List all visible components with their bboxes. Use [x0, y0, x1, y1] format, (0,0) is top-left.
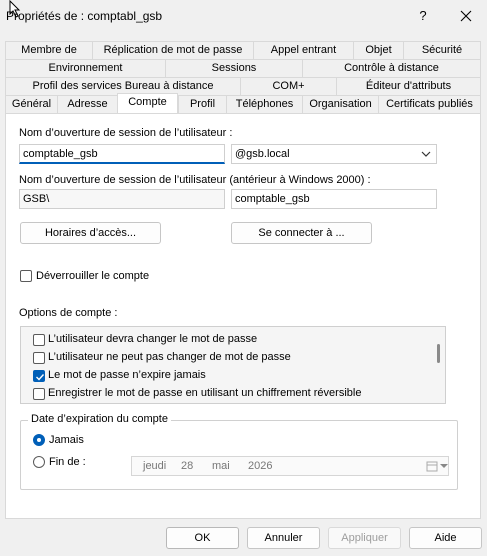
date-dropdown-arrow-icon: [440, 464, 448, 468]
close-icon: [460, 10, 472, 22]
option-label: L’utilisateur devra changer le mot de pa…: [48, 333, 258, 345]
option-label: Enregistrer le mot de passe en utilisant…: [48, 387, 362, 399]
date-month: mai: [212, 460, 230, 472]
tab-row-4: Général Adresse Compte Profil Téléphones…: [5, 93, 481, 113]
never-radio[interactable]: [33, 434, 45, 446]
tab-row-2: Environnement Sessions Contrôle à distan…: [5, 59, 481, 77]
tab-organization[interactable]: Organisation: [302, 95, 378, 113]
calendar-icon: [426, 461, 438, 472]
list-item[interactable]: L’utilisateur ne peut pas changer de mot…: [21, 349, 427, 367]
account-options-list[interactable]: L’utilisateur devra changer le mot de pa…: [20, 326, 446, 404]
account-options-label: Options de compte :: [19, 307, 118, 319]
legacy-logon-input[interactable]: comptable_gsb: [231, 189, 437, 209]
tab-account[interactable]: Compte: [117, 93, 178, 113]
window-title: Propriétés de : comptabl_gsb: [6, 9, 163, 23]
tab-password-replication[interactable]: Réplication de mot de passe: [92, 41, 253, 59]
tab-general[interactable]: Général: [5, 95, 57, 113]
ok-button[interactable]: OK: [166, 527, 239, 549]
tab-attribute-editor[interactable]: Éditeur d'attributs: [336, 77, 481, 95]
log-on-to-button[interactable]: Se connecter à ...: [231, 222, 372, 244]
checkmark-icon: [36, 374, 45, 381]
close-button[interactable]: [455, 5, 477, 27]
tab-profile[interactable]: Profil: [178, 95, 226, 113]
list-item[interactable]: Enregistrer le mot de passe en utilisant…: [21, 385, 427, 403]
option-checkbox[interactable]: [33, 388, 45, 400]
option-checkbox[interactable]: [33, 370, 45, 382]
unlock-account-label: Déverrouiller le compte: [36, 270, 150, 282]
tab-row-1: Membre de Réplication de mot de passe Ap…: [5, 41, 481, 59]
cancel-button[interactable]: Annuler: [247, 527, 320, 549]
tab-address[interactable]: Adresse: [57, 95, 117, 113]
tab-com-plus[interactable]: COM+: [240, 77, 336, 95]
help-title-button[interactable]: ?: [412, 5, 434, 27]
account-expiration-group: Date d’expiration du compte Jamais Fin d…: [20, 413, 458, 490]
option-label: L’utilisateur ne peut pas changer de mot…: [48, 351, 291, 363]
expiration-date-picker[interactable]: jeudi 28 mai 2026: [131, 456, 449, 476]
logon-name-label: Nom d’ouverture de session de l’utilisat…: [19, 127, 233, 139]
apply-button[interactable]: Appliquer: [328, 527, 401, 549]
tab-dial-in[interactable]: Appel entrant: [253, 41, 353, 59]
legacy-logon-label: Nom d’ouverture de session de l’utilisat…: [19, 174, 371, 186]
account-tab-panel: Nom d’ouverture de session de l’utilisat…: [5, 113, 481, 519]
upn-suffix-value: @gsb.local: [235, 148, 290, 160]
date-weekday: jeudi: [143, 460, 167, 472]
tab-security[interactable]: Sécurité: [403, 41, 481, 59]
tab-row-3: Profil des services Bureau à distance CO…: [5, 77, 481, 95]
logon-name-input[interactable]: comptable_gsb: [19, 144, 225, 164]
tab-environment[interactable]: Environnement: [5, 59, 165, 77]
tab-object[interactable]: Objet: [353, 41, 403, 59]
tab-member-of[interactable]: Membre de: [5, 41, 92, 59]
date-year: 2026: [248, 460, 273, 472]
chevron-down-icon: [421, 151, 431, 157]
option-checkbox[interactable]: [33, 352, 45, 364]
unlock-account-checkbox[interactable]: [20, 270, 32, 282]
list-item[interactable]: Le mot de passe n’expire jamais: [21, 367, 427, 385]
option-label: Le mot de passe n’expire jamais: [48, 369, 206, 381]
list-scrollbar-thumb[interactable]: [437, 344, 440, 363]
never-label: Jamais: [49, 434, 84, 446]
help-button[interactable]: Aide: [409, 527, 482, 549]
end-of-label: Fin de :: [49, 456, 86, 468]
tab-telephones[interactable]: Téléphones: [226, 95, 302, 113]
logon-hours-button[interactable]: Horaires d’accès...: [20, 222, 161, 244]
tab-published-certificates[interactable]: Certificats publiés: [378, 95, 481, 113]
title-bar: Propriétés de : comptabl_gsb ?: [0, 0, 487, 32]
upn-suffix-dropdown[interactable]: @gsb.local: [231, 144, 437, 164]
tab-remote-control[interactable]: Contrôle à distance: [302, 59, 481, 77]
option-checkbox[interactable]: [33, 334, 45, 346]
legacy-domain-field: GSB\: [19, 189, 225, 209]
account-expiration-title: Date d’expiration du compte: [28, 413, 171, 425]
end-of-radio[interactable]: [33, 456, 45, 468]
date-day: 28: [181, 460, 194, 472]
list-item[interactable]: L’utilisateur devra changer le mot de pa…: [21, 331, 427, 349]
tab-sessions[interactable]: Sessions: [165, 59, 302, 77]
